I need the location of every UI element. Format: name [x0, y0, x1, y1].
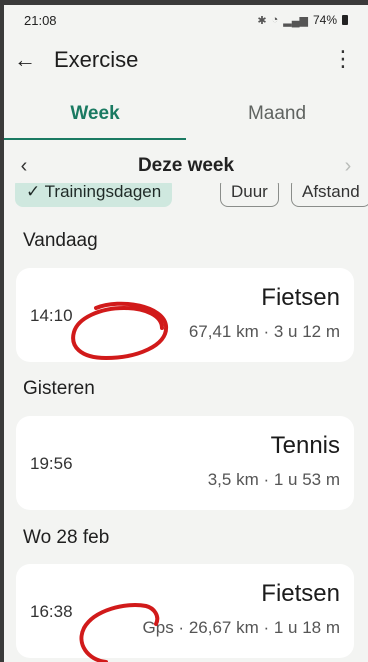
- exercise-stats: 3,5 km · 1 u 53 m: [207, 470, 340, 489]
- chevron-right-icon[interactable]: ›: [328, 155, 368, 178]
- exercise-time: 14:10: [30, 306, 73, 325]
- exercise-activity: Fietsen: [261, 284, 340, 311]
- day-header-today: Vandaag: [23, 230, 98, 251]
- status-bar: 21:08 ✱ ◔ ▂▄▆ 74%: [4, 5, 368, 35]
- signal-icon: ▂▄▆: [283, 14, 308, 27]
- exercise-card-yesterday[interactable]: 19:56 Tennis 3,5 km · 1 u 53 m: [16, 416, 354, 510]
- filter-chips: ✓ Trainingsdagen Duur Afstand: [4, 183, 368, 211]
- tab-week[interactable]: Week: [4, 90, 186, 140]
- page-title: Exercise: [54, 47, 139, 72]
- chevron-left-icon[interactable]: ‹: [4, 155, 44, 178]
- battery-percent: 74%: [312, 13, 337, 27]
- exercise-activity: Tennis: [270, 432, 340, 459]
- battery-icon: [342, 15, 348, 25]
- chip-distance[interactable]: Afstand: [291, 183, 368, 207]
- exercise-activity: Fietsen: [261, 580, 340, 607]
- week-label: Deze week: [137, 155, 235, 176]
- exercise-stats: 67,41 km · 3 u 12 m: [188, 322, 340, 341]
- bluetooth-icon: ✱: [257, 14, 267, 27]
- exercise-time: 19:56: [30, 454, 73, 473]
- exercise-time: 16:38: [30, 602, 73, 621]
- chip-duration[interactable]: Duur: [220, 183, 279, 207]
- exercise-card-wed-28-feb[interactable]: 16:38 Fietsen Gps · 26,67 km · 1 u 18 m: [16, 564, 354, 658]
- chip-training-days[interactable]: ✓ Trainingsdagen: [15, 183, 173, 207]
- app-bar: ← Exercise ⋮: [4, 38, 368, 82]
- tab-month[interactable]: Maand: [186, 90, 368, 140]
- status-icons: ✱ ◔ ▂▄▆ 74%: [257, 13, 348, 27]
- status-time: 21:08: [24, 12, 57, 28]
- period-tabs: Week Maand: [4, 90, 368, 140]
- day-header-yesterday: Gisteren: [23, 378, 95, 399]
- day-header-wed-28-feb: Wo 28 feb: [23, 527, 110, 548]
- more-options-icon[interactable]: ⋮: [332, 46, 354, 72]
- exercise-card-today[interactable]: 14:10 Fietsen 67,41 km · 3 u 12 m: [16, 268, 354, 362]
- back-arrow-icon[interactable]: ←: [14, 47, 48, 73]
- exercise-stats: Gps · 26,67 km · 1 u 18 m: [142, 618, 340, 637]
- week-navigator: ‹ Deze week ›: [4, 148, 368, 184]
- wifi-icon: ◔: [271, 14, 279, 26]
